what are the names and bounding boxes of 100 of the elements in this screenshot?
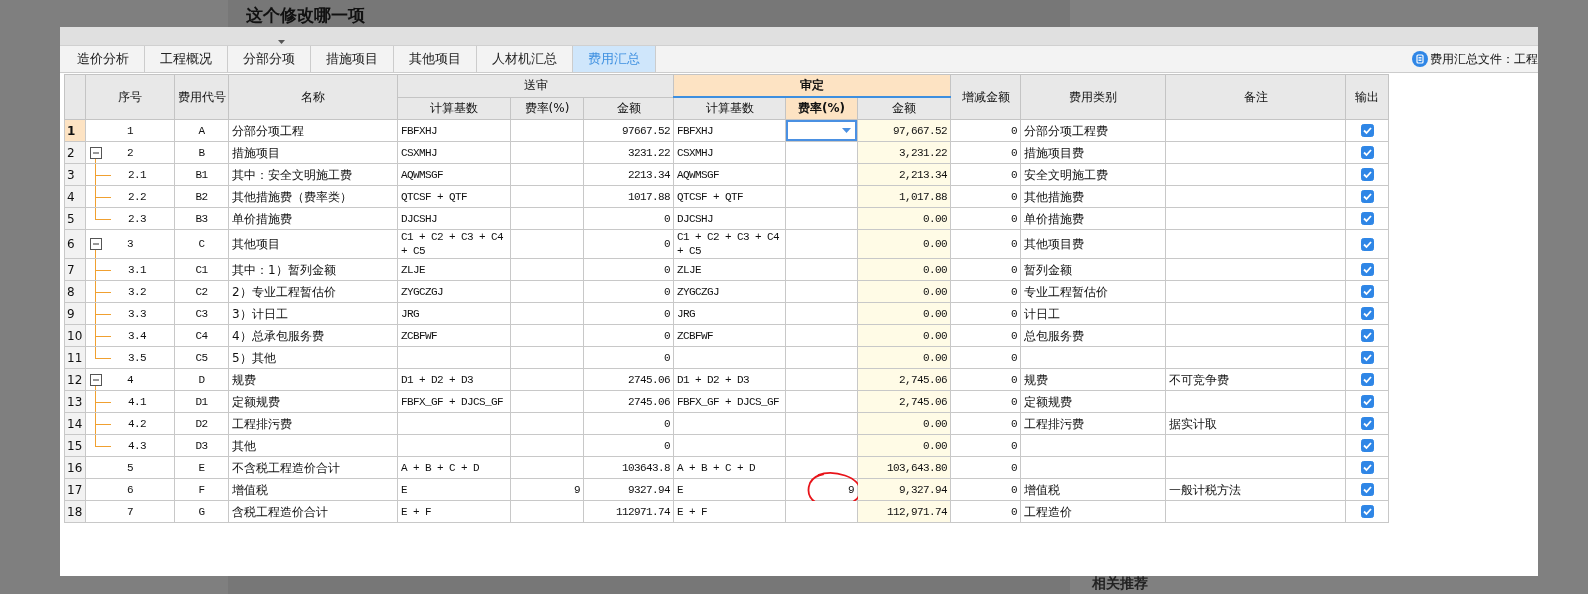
amount: 0	[1011, 483, 1018, 496]
row-number[interactable]: 8	[64, 280, 86, 303]
rate-value: 9	[574, 483, 580, 496]
row-number[interactable]: 14	[64, 412, 86, 435]
column-header: 增减金额	[950, 74, 1021, 120]
amount: 0.00	[923, 212, 948, 225]
fee-code: D2	[195, 417, 208, 430]
amount: 0	[1011, 146, 1018, 159]
amount: 0	[664, 417, 670, 430]
note-text: 一般计税方法	[1169, 482, 1242, 497]
page-title: 这个修改哪一项	[245, 4, 366, 27]
collapse-icon[interactable]	[90, 373, 102, 386]
row-number[interactable]: 1	[64, 119, 86, 142]
column-header: 序号	[85, 74, 175, 120]
checkbox[interactable]	[1360, 329, 1374, 342]
caret-icon[interactable]	[278, 40, 285, 44]
formula: CSXMHJ	[401, 146, 437, 159]
amount: 0	[1011, 395, 1018, 408]
checkbox[interactable]	[1360, 307, 1374, 320]
amount: 0	[1011, 351, 1018, 364]
row-number[interactable]: 18	[64, 500, 86, 523]
row-number[interactable]: 13	[64, 390, 86, 413]
row-number[interactable]: 5	[64, 207, 86, 230]
amount: 0	[1011, 263, 1018, 276]
sequence-number: 2.2	[127, 190, 146, 203]
formula: FBFXHJ	[401, 124, 437, 137]
amount: 0	[1011, 439, 1018, 452]
fee-code: C3	[195, 307, 208, 320]
checkbox[interactable]	[1360, 168, 1374, 181]
fee-code: D3	[195, 439, 208, 452]
row-number[interactable]: 6	[64, 229, 86, 259]
amount: 2745.06	[628, 395, 670, 408]
row-number[interactable]: 15	[64, 434, 86, 457]
column-header: 计算基数	[673, 97, 786, 120]
row-number[interactable]: 9	[64, 302, 86, 325]
fee-name: 单价措施费	[232, 211, 292, 226]
formula: ZLJE	[401, 263, 425, 276]
formula: E	[677, 483, 684, 496]
sequence-number: 3	[127, 238, 133, 250]
formula: A + B + C + D	[677, 461, 756, 474]
sequence-number: 2	[127, 146, 133, 159]
fee-name: 4）总承包服务费	[232, 328, 324, 343]
formula: ZYGCZGJ	[677, 285, 720, 298]
amount: 103643.8	[622, 461, 670, 474]
amount: 97,667.52	[893, 124, 948, 137]
fee-name: 其中：1）暂列金额	[232, 262, 336, 277]
amount: 0.00	[923, 238, 948, 250]
row-number[interactable]: 17	[64, 478, 86, 501]
collapse-icon[interactable]	[90, 238, 102, 250]
amount: 1017.88	[628, 190, 670, 203]
row-number[interactable]: 11	[64, 346, 86, 369]
row-number[interactable]: 12	[64, 368, 86, 391]
column-header: 输出	[1345, 74, 1389, 120]
checkbox[interactable]	[1360, 373, 1374, 386]
checkbox[interactable]	[1360, 395, 1374, 408]
checkbox[interactable]	[1360, 461, 1374, 474]
checkbox[interactable]	[1360, 351, 1374, 364]
rate-dropdown[interactable]	[786, 120, 857, 141]
fee-code: C2	[195, 285, 208, 298]
fee-name: 分部分项工程	[232, 123, 304, 138]
fee-category: 增值税	[1024, 482, 1061, 497]
checkbox[interactable]	[1360, 439, 1374, 452]
row-number[interactable]: 10	[64, 324, 86, 347]
checkbox[interactable]	[1360, 190, 1374, 203]
sequence-number: 4.1	[127, 395, 146, 408]
formula: JRG	[401, 307, 419, 320]
fee-category: 分部分项工程费	[1024, 123, 1109, 138]
formula: AQWMSGF	[677, 168, 720, 181]
amount: 9327.94	[628, 483, 670, 496]
checkbox[interactable]	[1360, 146, 1374, 159]
row-number[interactable]: 7	[64, 258, 86, 281]
formula: FBFX_GF + DJCS_GF	[677, 395, 780, 408]
checkbox[interactable]	[1360, 212, 1374, 225]
amount: 0	[1011, 124, 1018, 137]
checkbox[interactable]	[1360, 237, 1374, 251]
amount: 0	[664, 238, 670, 250]
formula: C1 + C2 + C3 + C4 + C5	[401, 231, 504, 257]
checkbox[interactable]	[1360, 417, 1374, 430]
sequence-number: 3.2	[127, 285, 146, 298]
checkbox[interactable]	[1360, 263, 1374, 276]
row-number[interactable]: 16	[64, 456, 86, 479]
collapse-icon[interactable]	[90, 146, 102, 159]
checkbox[interactable]	[1360, 483, 1374, 496]
formula: E	[401, 483, 407, 496]
checkbox[interactable]	[1360, 285, 1374, 298]
sequence-number: 7	[127, 505, 133, 518]
fee-code: C	[198, 238, 205, 250]
row-number[interactable]: 4	[64, 185, 86, 208]
row-number[interactable]: 2	[64, 141, 86, 164]
fee-category: 工程排污费	[1024, 416, 1085, 431]
row-number[interactable]: 3	[64, 163, 86, 186]
checkbox[interactable]	[1360, 505, 1374, 518]
checkbox[interactable]	[1360, 124, 1374, 137]
fee-name: 2）专业工程暂估价	[232, 284, 336, 299]
amount: 0	[1011, 505, 1018, 518]
column-header: 费用代号	[174, 74, 229, 120]
sequence-number: 3.4	[127, 329, 146, 342]
amount: 0.00	[923, 285, 948, 298]
formula: ZCBFWF	[677, 329, 714, 342]
caret-icon[interactable]	[842, 128, 851, 133]
